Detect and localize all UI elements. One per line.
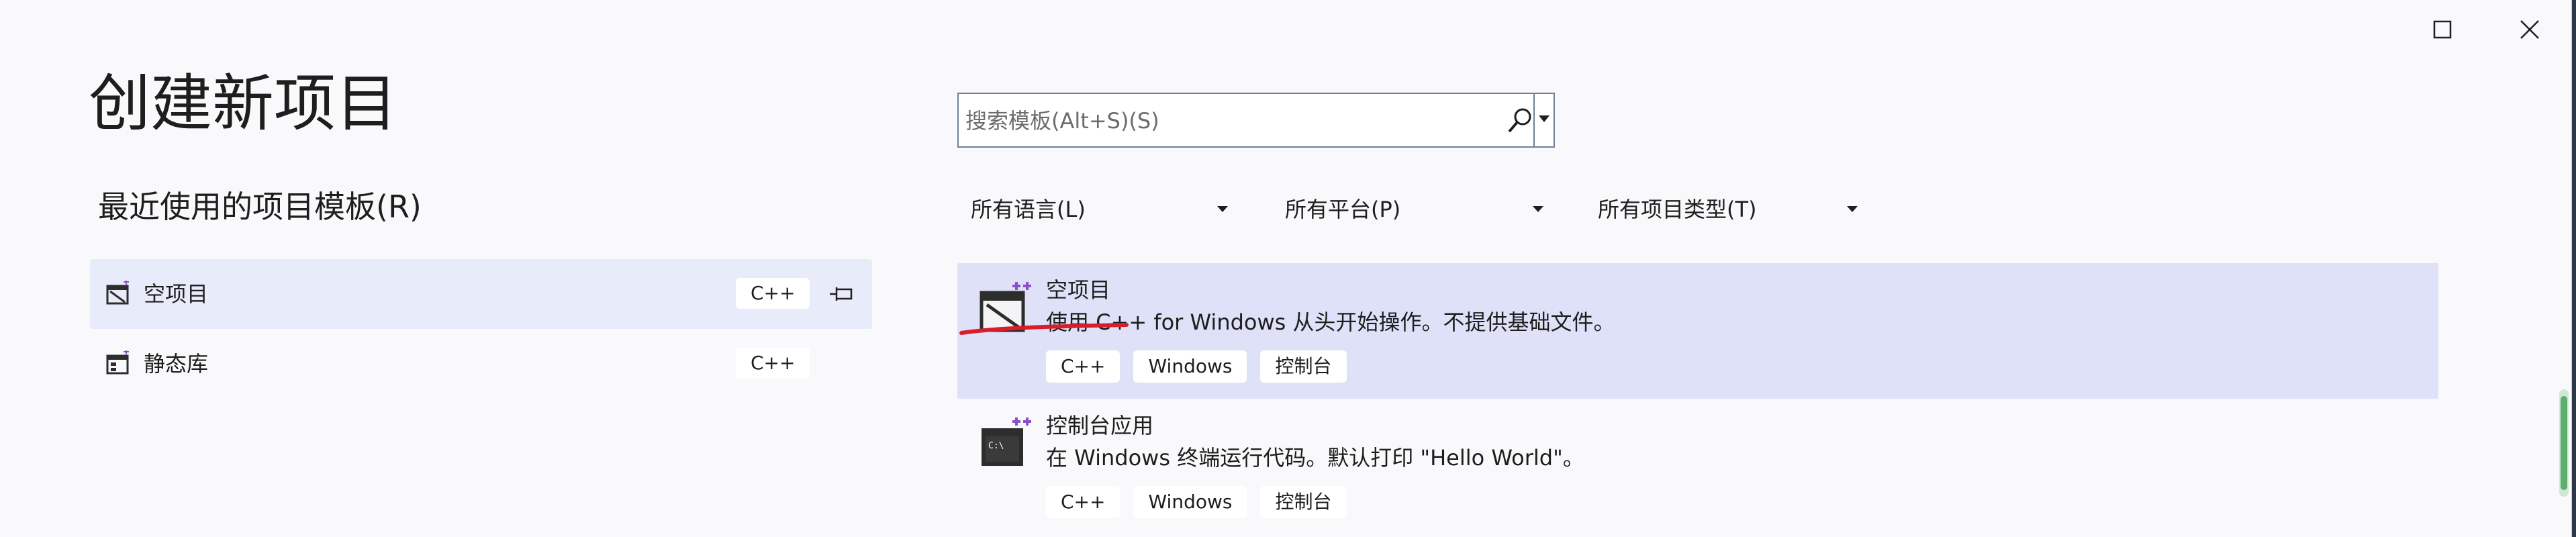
svg-text:C:\: C:\ <box>988 441 1004 451</box>
chevron-down-icon <box>1217 206 1228 212</box>
maximize-button[interactable] <box>2409 9 2476 50</box>
chevron-down-icon <box>1533 206 1543 212</box>
template-name: 控制台应用 <box>1046 413 1154 438</box>
project-type-filter-dropdown[interactable]: 所有项目类型(T) <box>1598 189 1866 230</box>
language-filter-label: 所有语言(L) <box>971 197 1086 222</box>
close-button[interactable] <box>2496 9 2563 50</box>
page-title: 创建新项目 <box>89 68 398 140</box>
template-item-console-app[interactable]: C:\ 控制台应用 在 Windows 终端运行代码。默认打印 "Hello W… <box>957 399 2438 534</box>
template-description: 在 Windows 终端运行代码。默认打印 "Hello World"。 <box>1046 445 1584 471</box>
search-options-dropdown-icon[interactable] <box>1537 114 1551 125</box>
static-library-icon <box>106 350 129 375</box>
language-tag: C++ <box>736 278 810 309</box>
tag-platform: Windows <box>1133 350 1247 383</box>
search-icon[interactable] <box>1507 106 1533 136</box>
tag-type: 控制台 <box>1260 486 1347 518</box>
template-tags: C++ Windows 控制台 <box>1046 486 1347 518</box>
tag-type: 控制台 <box>1260 350 1347 383</box>
recent-item-label: 空项目 <box>144 281 209 307</box>
search-divider <box>1533 94 1535 146</box>
template-results-list: 空项目 使用 C++ for Windows 从头开始操作。不提供基础文件。 C… <box>957 263 2438 534</box>
language-tag: C++ <box>736 348 810 379</box>
template-description: 使用 C++ for Windows 从头开始操作。不提供基础文件。 <box>1046 309 1615 335</box>
red-underline-annotation <box>959 323 1129 335</box>
console-app-icon: C:\ <box>982 418 1031 466</box>
platform-filter-label: 所有平台(P) <box>1285 197 1401 222</box>
recent-item-static-library[interactable]: 静态库 C++ <box>90 329 872 399</box>
recent-item-label: 静态库 <box>144 351 209 377</box>
tag-platform: Windows <box>1133 486 1247 518</box>
recent-templates-list: 空项目 C++ 静态库 C++ <box>90 259 872 399</box>
chevron-down-icon <box>1847 206 1858 212</box>
template-tags: C++ Windows 控制台 <box>1046 350 1347 383</box>
recent-item-empty-project[interactable]: 空项目 C++ <box>90 259 872 329</box>
create-project-window: 创建新项目 最近使用的项目模板(R) 空项目 C++ 静态库 C++ 搜索模板(… <box>0 0 2572 537</box>
empty-project-icon <box>106 281 129 305</box>
template-name: 空项目 <box>1046 277 1111 303</box>
vertical-scrollbar[interactable] <box>2557 389 2571 497</box>
project-type-filter-label: 所有项目类型(T) <box>1598 197 1757 222</box>
template-search-box <box>957 93 1555 148</box>
tag-language: C++ <box>1046 350 1120 383</box>
search-input[interactable] <box>959 94 1504 148</box>
template-item-empty-project[interactable]: 空项目 使用 C++ for Windows 从头开始操作。不提供基础文件。 C… <box>957 263 2438 399</box>
pin-icon[interactable] <box>827 281 857 307</box>
maximize-icon <box>2433 20 2452 39</box>
platform-filter-dropdown[interactable]: 所有平台(P) <box>1285 189 1554 230</box>
language-filter-dropdown[interactable]: 所有语言(L) <box>971 189 1239 230</box>
tag-language: C++ <box>1046 486 1120 518</box>
recent-templates-heading: 最近使用的项目模板(R) <box>98 189 422 225</box>
close-icon <box>2520 20 2539 39</box>
